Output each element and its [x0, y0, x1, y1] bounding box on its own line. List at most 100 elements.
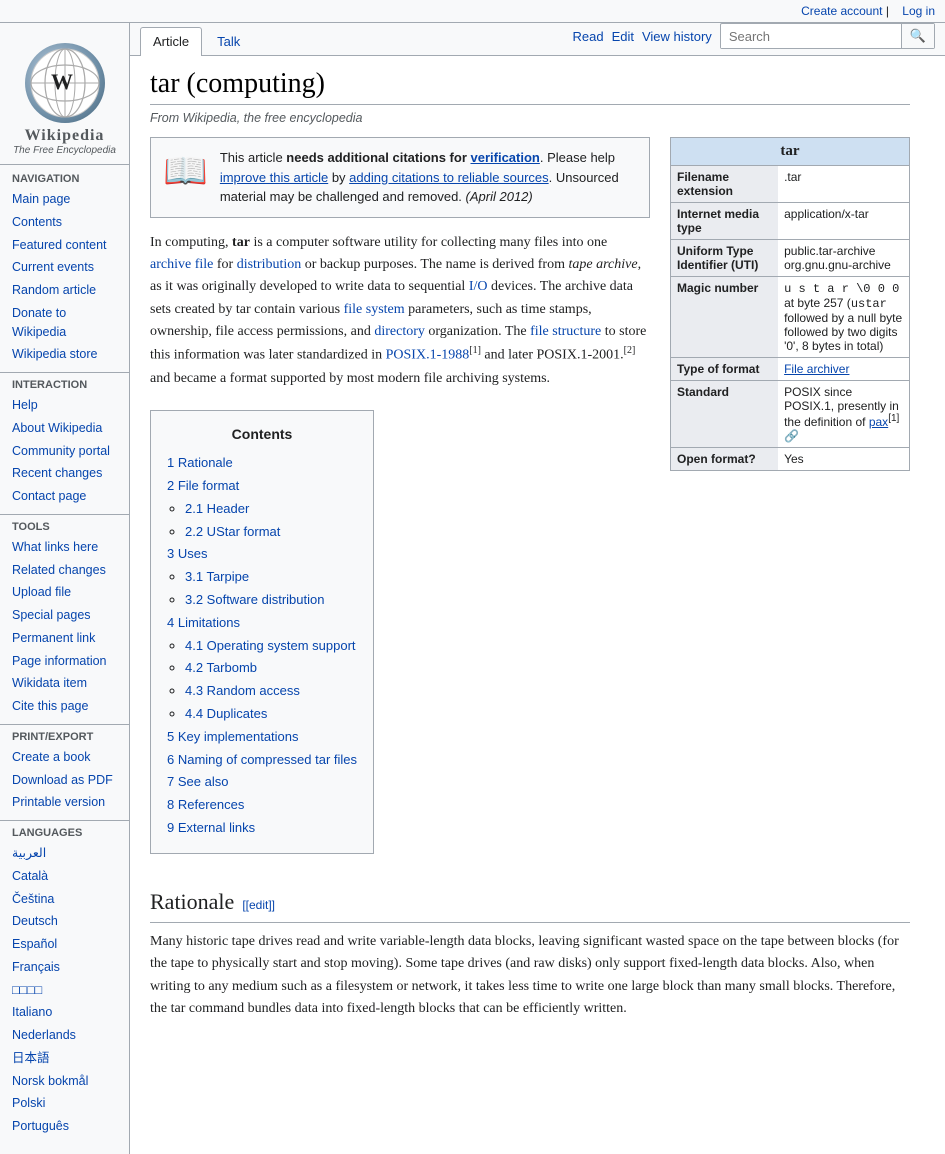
main-wrapper: Article Talk Read Edit View history 🔍 ta…: [130, 23, 945, 1154]
toc-link-4[interactable]: 4 Limitations: [167, 615, 240, 630]
toc-link-7[interactable]: 7 See also: [167, 774, 228, 789]
sidebar-item-recent[interactable]: Recent changes: [8, 462, 121, 485]
toc-link-9[interactable]: 9 External links: [167, 820, 255, 835]
toc-list: 1 Rationale 2 File format 2.1 Header 2.2…: [167, 453, 357, 839]
tab-article[interactable]: Article: [140, 27, 202, 56]
infobox-label-magic: Magic number: [671, 277, 778, 358]
sidebar-item-related[interactable]: Related changes: [8, 559, 121, 582]
link-distribution[interactable]: distribution: [237, 257, 302, 272]
toc-item-4-3: 4.3 Random access: [185, 681, 357, 702]
sidebar-lang-polski[interactable]: Polski: [8, 1092, 121, 1115]
notice-link-citations[interactable]: adding citations to reliable sources: [349, 170, 548, 185]
toc-item-4-2: 4.2 Tarbomb: [185, 658, 357, 679]
toc-link-3-2[interactable]: 3.2 Software distribution: [185, 592, 324, 607]
rationale-edit-anchor[interactable]: [edit]: [246, 898, 272, 912]
toc-link-2[interactable]: 2 File format: [167, 478, 239, 493]
toc-link-1[interactable]: 1 Rationale: [167, 455, 233, 470]
search-button[interactable]: 🔍: [901, 24, 934, 48]
sidebar-item-community[interactable]: Community portal: [8, 440, 121, 463]
toc-link-3-1[interactable]: 3.1 Tarpipe: [185, 569, 249, 584]
toc-item-3-1: 3.1 Tarpipe: [185, 567, 357, 588]
toc-link-4-3[interactable]: 4.3 Random access: [185, 683, 300, 698]
link-io[interactable]: I/O: [469, 279, 488, 294]
infobox-row-standard: Standard POSIX since POSIX.1, presently …: [671, 381, 909, 448]
tab-talk[interactable]: Talk: [204, 27, 253, 55]
sidebar-lang-italiano[interactable]: Italiano: [8, 1001, 121, 1024]
sidebar-item-pageinfo[interactable]: Page information: [8, 650, 121, 673]
sidebar-item-help[interactable]: Help: [8, 394, 121, 417]
sidebar-lang-catala[interactable]: Català: [8, 865, 121, 888]
sidebar-lang-espanol[interactable]: Español: [8, 933, 121, 956]
create-account-link[interactable]: Create account: [801, 4, 882, 18]
sidebar-item-donate[interactable]: Donate to Wikipedia: [8, 302, 121, 344]
sidebar-item-upload[interactable]: Upload file: [8, 581, 121, 604]
nav-tabs: Article Talk Read Edit View history 🔍: [130, 23, 945, 56]
interaction-section-title: Interaction: [8, 379, 121, 391]
link-archive-file[interactable]: archive file: [150, 257, 213, 272]
sidebar-item-create-book[interactable]: Create a book: [8, 746, 121, 769]
infobox-label-media: Internet media type: [671, 203, 778, 240]
infobox-link-pax[interactable]: pax: [869, 415, 888, 429]
infobox-link-archiver[interactable]: File archiver: [784, 362, 849, 376]
top-bar: Create account | Log in: [0, 0, 945, 23]
sidebar-item-random[interactable]: Random article: [8, 279, 121, 302]
sidebar-lang-cestina[interactable]: Čeština: [8, 888, 121, 911]
tab-read[interactable]: Read: [572, 29, 603, 44]
sidebar-item-whatlinks[interactable]: What links here: [8, 536, 121, 559]
wikipedia-logo: W: [25, 43, 105, 123]
tab-view-history[interactable]: View history: [642, 29, 712, 44]
link-file-structure[interactable]: file structure: [530, 324, 601, 339]
toc-link-5[interactable]: 5 Key implementations: [167, 729, 299, 744]
toc-item-2-1: 2.1 Header: [185, 499, 357, 520]
sidebar-item-cite[interactable]: Cite this page: [8, 695, 121, 718]
toc-item-5: 5 Key implementations: [167, 727, 357, 748]
notice-link-verification[interactable]: verification: [471, 150, 540, 165]
notice-link-improve[interactable]: improve this article: [220, 170, 328, 185]
infobox: tar Filename extension .tar Internet med…: [670, 137, 910, 471]
infobox-table: Filename extension .tar Internet media t…: [671, 165, 909, 470]
sidebar-item-main-page[interactable]: Main page: [8, 188, 121, 211]
log-in-link[interactable]: Log in: [902, 4, 935, 18]
sidebar-lang-japanese[interactable]: 日本語: [8, 1047, 121, 1070]
sidebar-item-store[interactable]: Wikipedia store: [8, 343, 121, 366]
link-directory[interactable]: directory: [374, 324, 425, 339]
sidebar-lang-box[interactable]: □□□□: [8, 979, 121, 1002]
toc-link-3[interactable]: 3 Uses: [167, 546, 207, 561]
toc-link-4-2[interactable]: 4.2 Tarbomb: [185, 660, 257, 675]
link-posix[interactable]: POSIX.1-1988: [386, 348, 470, 363]
sidebar-item-current-events[interactable]: Current events: [8, 256, 121, 279]
toc-item-7: 7 See also: [167, 772, 357, 793]
sidebar-item-contents[interactable]: Contents: [8, 211, 121, 234]
toc-link-4-4[interactable]: 4.4 Duplicates: [185, 706, 267, 721]
sidebar-item-printable[interactable]: Printable version: [8, 791, 121, 814]
sidebar-item-featured[interactable]: Featured content: [8, 234, 121, 257]
sidebar-item-permalink[interactable]: Permanent link: [8, 627, 121, 650]
tools-section: Tools What links here Related changes Up…: [0, 521, 129, 718]
toc-sub-4: 4.1 Operating system support 4.2 Tarbomb…: [167, 636, 357, 725]
sidebar-item-special[interactable]: Special pages: [8, 604, 121, 627]
sidebar-item-download-pdf[interactable]: Download as PDF: [8, 769, 121, 792]
article: tar (computing) From Wikipedia, the free…: [130, 56, 930, 1154]
notice-bold: needs additional citations for verificat…: [286, 150, 540, 165]
infobox-row-filename: Filename extension .tar: [671, 166, 909, 203]
search-input[interactable]: [721, 25, 901, 48]
toc-link-2-1[interactable]: 2.1 Header: [185, 501, 249, 516]
toc-link-2-2[interactable]: 2.2 UStar format: [185, 524, 280, 539]
svg-text:W: W: [51, 69, 73, 94]
toc-link-8[interactable]: 8 References: [167, 797, 244, 812]
sidebar-lang-nederlands[interactable]: Nederlands: [8, 1024, 121, 1047]
toc-link-6[interactable]: 6 Naming of compressed tar files: [167, 752, 357, 767]
infobox-value-standard: POSIX since POSIX.1, presently in the de…: [778, 381, 909, 448]
sidebar-lang-portugues[interactable]: Português: [8, 1115, 121, 1138]
sidebar-item-about[interactable]: About Wikipedia: [8, 417, 121, 440]
sidebar-lang-norsk[interactable]: Norsk bokmål: [8, 1070, 121, 1093]
sidebar-item-contact[interactable]: Contact page: [8, 485, 121, 508]
sidebar-item-wikidata[interactable]: Wikidata item: [8, 672, 121, 695]
link-filesystem[interactable]: file system: [344, 302, 405, 317]
toc-link-4-1[interactable]: 4.1 Operating system support: [185, 638, 356, 653]
sidebar-lang-arabic[interactable]: العربية: [8, 842, 121, 865]
tab-edit[interactable]: Edit: [612, 29, 634, 44]
sidebar-lang-deutsch[interactable]: Deutsch: [8, 910, 121, 933]
sidebar-divider-1: [0, 372, 129, 373]
sidebar-lang-francais[interactable]: Français: [8, 956, 121, 979]
